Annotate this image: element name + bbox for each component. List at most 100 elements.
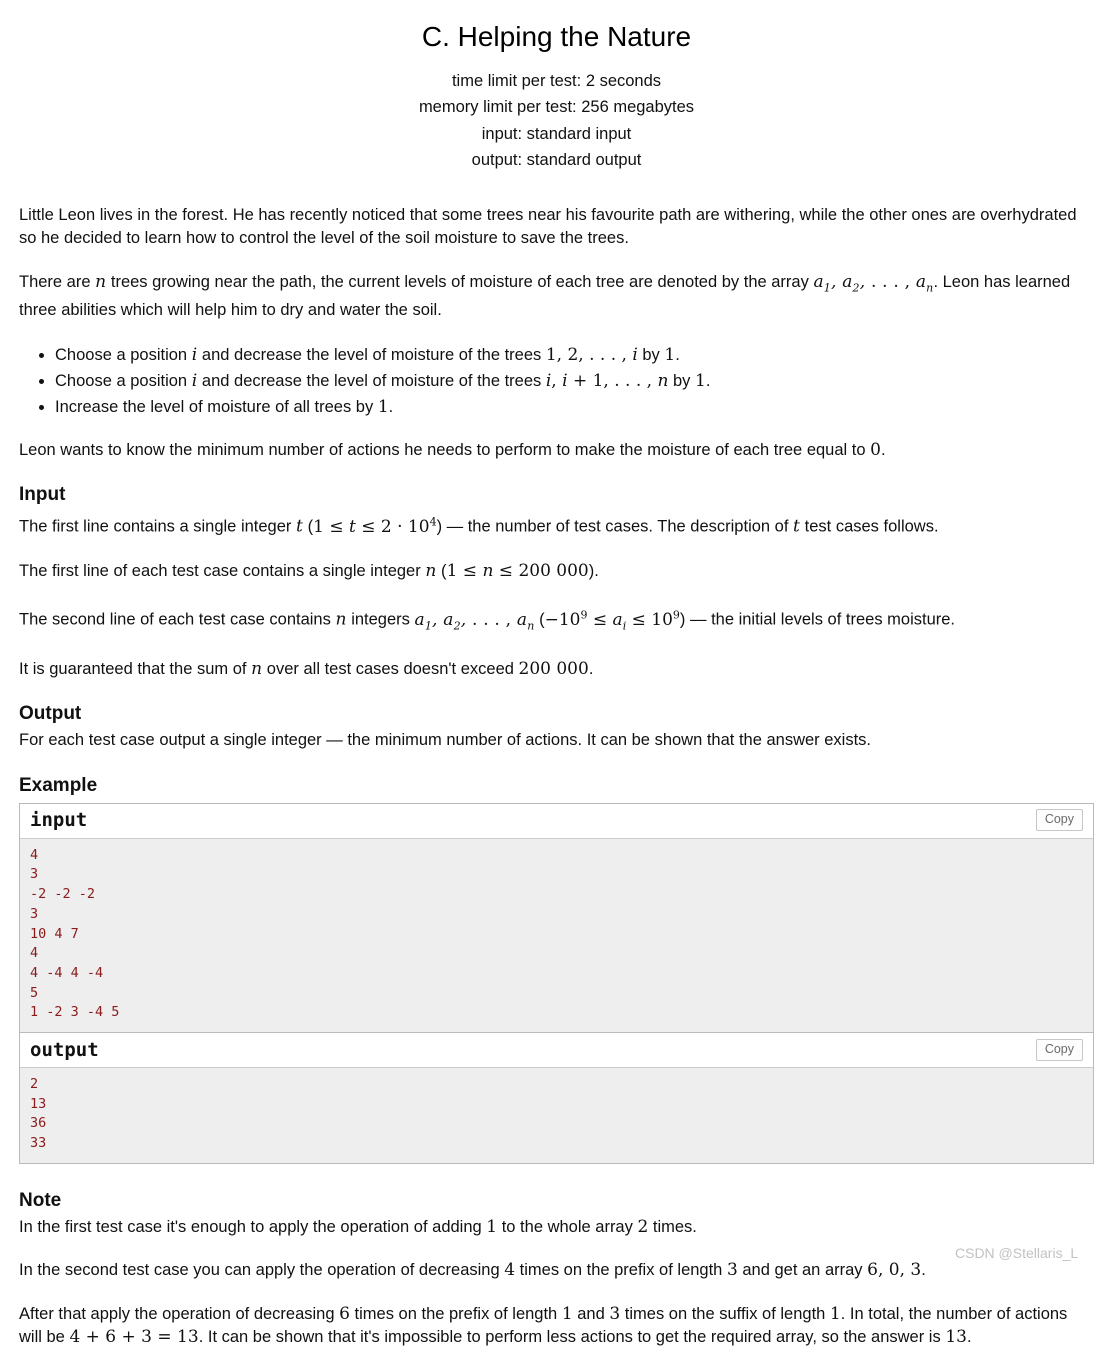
- input-line-4: It is guaranteed that the sum of n over …: [19, 658, 1094, 682]
- note3-c: and: [572, 1304, 610, 1323]
- statement-paragraph-3: Leon wants to know the minimum number of…: [19, 439, 1094, 463]
- var-n: n: [425, 560, 437, 581]
- output-spec: output: standard output: [471, 151, 642, 170]
- input3-c: (: [534, 610, 545, 629]
- copy-input-button[interactable]: Copy: [1035, 809, 1083, 832]
- ability1-c: by: [637, 345, 665, 364]
- copy-output-button[interactable]: Copy: [1035, 1038, 1083, 1061]
- input1-a: The first line contains a single integer: [19, 518, 296, 537]
- ability2-a: Choose a position: [55, 371, 192, 390]
- ability1-range: 1, 2, . . . , i: [545, 344, 638, 365]
- ability1-d: .: [675, 345, 680, 364]
- note3-num1: 6: [339, 1303, 350, 1324]
- input4-b: over all test cases doesn't exceed: [262, 659, 519, 678]
- input3-a: The second line of each test case contai…: [19, 610, 336, 629]
- example-input-header: input Copy: [20, 803, 1093, 839]
- list-item: Choose a position i and decrease the lev…: [55, 343, 1094, 367]
- note3-equation: 4 + 6 + 3 = 13: [69, 1327, 199, 1348]
- note-paragraph-1: In the first test case it's enough to ap…: [19, 1216, 1094, 1240]
- var-t2: t: [793, 517, 801, 538]
- stmt3-part-a: Leon wants to know the minimum number of…: [19, 440, 871, 459]
- ability2-num: 1: [695, 370, 706, 391]
- note1-a: In the first test case it's enough to ap…: [19, 1217, 487, 1236]
- ability3-d: .: [388, 397, 394, 416]
- statement-paragraph-2: There are n trees growing near the path,…: [19, 271, 1094, 323]
- statement-paragraph-1: Little Leon lives in the forest. He has …: [19, 205, 1077, 248]
- input1-d: test cases follows.: [800, 518, 939, 537]
- sum-limit: 200 000: [518, 658, 589, 679]
- note2-num2: 3: [726, 1260, 738, 1281]
- var-t: t: [295, 517, 304, 538]
- var-n: n: [251, 658, 263, 679]
- note3-num5: 13: [945, 1327, 967, 1348]
- ability3-a: Increase the level of moisture of all tr…: [55, 397, 378, 416]
- note3-f: . It can be shown that it's impossible t…: [198, 1328, 946, 1347]
- note2-array: 6, 0, 3: [867, 1260, 922, 1281]
- input-line-1: The first line contains a single integer…: [19, 510, 1094, 539]
- ability2-b: and decrease the level of moisture of th…: [197, 371, 546, 390]
- example-input-content: 4 3 -2 -2 -2 3 10 4 7 4 4 -4 4 -4 5 1 -2…: [20, 838, 1093, 1034]
- input3-d: ) — the initial levels of trees moisture…: [679, 610, 956, 629]
- output-description: For each test case output a single integ…: [19, 731, 872, 750]
- array-notation: a1, a2, . . . , an: [414, 609, 535, 633]
- note3-d: times on the suffix of length: [620, 1304, 830, 1323]
- input4-a: It is guaranteed that the sum of: [19, 659, 252, 678]
- problem-header: C. Helping the Nature time limit per tes…: [0, 0, 1113, 174]
- time-limit: time limit per test: 2 seconds: [451, 71, 662, 90]
- section-heading-note: Note: [19, 1189, 62, 1211]
- input2-c: ).: [588, 561, 599, 580]
- input4-c: .: [588, 659, 594, 678]
- note3-num2: 1: [561, 1303, 573, 1324]
- page-title: C. Helping the Nature: [421, 21, 692, 52]
- constraint-n: 1 ≤ n ≤ 200 000: [446, 560, 589, 581]
- input3-b: integers: [346, 610, 415, 629]
- ability3-num: 1: [377, 396, 389, 417]
- section-heading-output: Output: [19, 703, 82, 725]
- note1-c: times.: [648, 1217, 697, 1236]
- input2-a: The first line of each test case contain…: [19, 561, 426, 580]
- section-heading-example: Example: [19, 774, 98, 796]
- input-line-3: The second line of each test case contai…: [19, 603, 1094, 638]
- problem-content: Little Leon lives in the forest. He has …: [0, 204, 1113, 1350]
- var-n: n: [95, 271, 107, 292]
- input2-b: (: [436, 561, 447, 580]
- constraint-t: 1 ≤ t ≤ 2 · 104: [313, 515, 437, 538]
- note-paragraph-2: In the second test case you can apply th…: [19, 1259, 1094, 1283]
- note3-a: After that apply the operation of decrea…: [19, 1304, 340, 1323]
- zero-value: 0: [870, 439, 881, 460]
- memory-limit: memory limit per test: 256 megabytes: [418, 98, 695, 117]
- input-spec: input: standard input: [481, 124, 632, 143]
- note-paragraph-3: After that apply the operation of decrea…: [19, 1303, 1094, 1350]
- list-item: Increase the level of moisture of all tr…: [55, 395, 1094, 419]
- stmt2-part-a: There are: [19, 272, 96, 291]
- stmt3-part-b: .: [880, 440, 886, 459]
- ability2-c: by: [668, 371, 696, 390]
- var-n: n: [335, 609, 347, 630]
- note3-b: times on the prefix of length: [349, 1304, 562, 1323]
- stmt2-part-b: trees growing near the path, the current…: [106, 272, 814, 291]
- input1-b: (: [303, 518, 314, 537]
- note1-b: to the whole array: [497, 1217, 638, 1236]
- ability1-b: and decrease the level of moisture of th…: [197, 345, 546, 364]
- note2-num1: 4: [504, 1260, 516, 1281]
- ability-list: Choose a position i and decrease the lev…: [19, 343, 1094, 419]
- array-notation: a1, a2, . . . , an: [813, 271, 934, 294]
- example-input-label: input: [30, 809, 88, 832]
- note1-num2: 2: [637, 1216, 649, 1237]
- note3-g: .: [966, 1328, 972, 1347]
- ability1-num: 1: [664, 344, 676, 365]
- example-output-content: 2 13 36 33: [20, 1068, 1093, 1164]
- list-item: Choose a position i and decrease the lev…: [55, 369, 1094, 393]
- example-block-group: input Copy 4 3 -2 -2 -2 3 10 4 7 4 4 -4 …: [19, 802, 1094, 1164]
- input-line-2: The first line of each test case contain…: [19, 560, 1094, 584]
- example-output-header: output Copy: [20, 1033, 1093, 1069]
- note1-num1: 1: [486, 1216, 498, 1237]
- constraint-ai: −109 ≤ ai ≤ 109: [544, 608, 680, 633]
- note-section: Note In the first test case it's enough …: [19, 1188, 1094, 1350]
- note3-num3: 3: [609, 1303, 621, 1324]
- ability2-range: i, i + 1, . . . , n: [545, 370, 669, 391]
- problem-page: C. Helping the Nature time limit per tes…: [0, 0, 1113, 1350]
- input1-c: ) — the number of test cases. The descri…: [436, 518, 794, 537]
- note3-num4: 1: [829, 1303, 841, 1324]
- example-output-label: output: [30, 1038, 99, 1061]
